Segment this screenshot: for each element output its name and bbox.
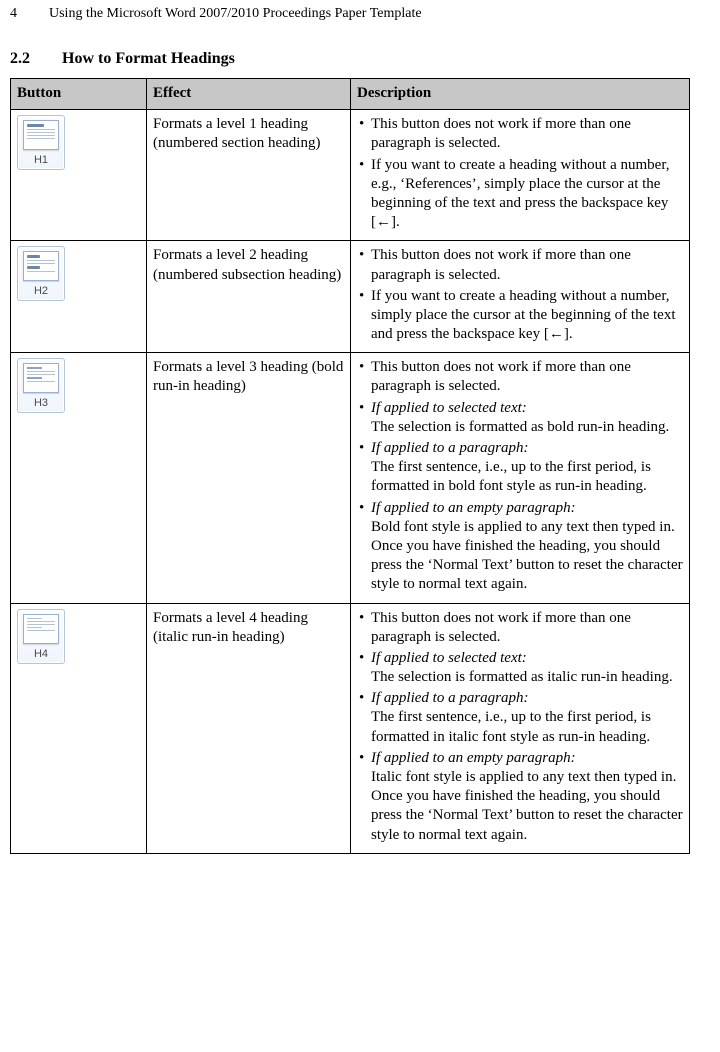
heading-icon bbox=[23, 120, 59, 150]
description-list: This button does not work if more than o… bbox=[357, 609, 683, 845]
list-item: If you want to create a heading without … bbox=[371, 156, 683, 233]
bullet-text: The first sentence, i.e., up to the firs… bbox=[371, 709, 651, 744]
list-item: This button does not work if more than o… bbox=[371, 115, 683, 153]
table-row: H3 Formats a level 3 heading (bold run-in… bbox=[11, 353, 690, 603]
heading-icon bbox=[23, 363, 59, 393]
bullet-lead: If applied to a paragraph: bbox=[371, 439, 683, 458]
bullet-lead: If applied to selected text: bbox=[371, 399, 683, 418]
bullet-text: The selection is formatted as italic run… bbox=[371, 669, 673, 685]
table-row: H4 Formats a level 4 heading (italic run-… bbox=[11, 603, 690, 853]
heading-icon bbox=[23, 614, 59, 644]
word-ribbon-button: H4 bbox=[17, 609, 65, 664]
cell-effect: Formats a level 2 heading (numbered subs… bbox=[147, 241, 351, 353]
headings-table: Button Effect Description H1 Formats a le… bbox=[10, 78, 690, 854]
description-list: This button does not work if more than o… bbox=[357, 246, 683, 344]
bullet-text: If you want to create a heading without … bbox=[371, 157, 669, 231]
bullet-lead: If applied to a paragraph: bbox=[371, 689, 683, 708]
cell-effect: Formats a level 4 heading (italic run-in… bbox=[147, 603, 351, 853]
bullet-text: This button does not work if more than o… bbox=[371, 116, 631, 151]
word-ribbon-button: H1 bbox=[17, 115, 65, 170]
heading-button-label: H2 bbox=[22, 284, 60, 298]
heading-icon bbox=[23, 251, 59, 281]
cell-description: This button does not work if more than o… bbox=[351, 353, 690, 603]
heading-button-label: H3 bbox=[22, 396, 60, 410]
cell-effect: Formats a level 3 heading (bold run-in h… bbox=[147, 353, 351, 603]
section-title: 2.2 How to Format Headings bbox=[10, 50, 690, 68]
bullet-text: This button does not work if more than o… bbox=[371, 359, 631, 394]
cell-description: This button does not work if more than o… bbox=[351, 241, 690, 353]
section-number: 2.2 bbox=[10, 50, 58, 68]
list-item: If you want to create a heading without … bbox=[371, 287, 683, 345]
cell-description: This button does not work if more than o… bbox=[351, 110, 690, 241]
bullet-text: Italic font style is applied to any text… bbox=[371, 769, 683, 843]
list-item: If applied to an empty paragraph:Bold fo… bbox=[371, 499, 683, 595]
bullet-text: The first sentence, i.e., up to the firs… bbox=[371, 459, 651, 494]
list-item: If applied to selected text:The selectio… bbox=[371, 649, 683, 687]
list-item: If applied to an empty paragraph:Italic … bbox=[371, 749, 683, 845]
word-ribbon-button: H3 bbox=[17, 358, 65, 413]
cell-description: This button does not work if more than o… bbox=[351, 603, 690, 853]
table-row: H1 Formats a level 1 heading (numbered se… bbox=[11, 110, 690, 241]
col-button: Button bbox=[11, 79, 147, 110]
list-item: If applied to a paragraph:The first sent… bbox=[371, 689, 683, 747]
bullet-lead: If applied to selected text: bbox=[371, 649, 683, 668]
list-item: This button does not work if more than o… bbox=[371, 609, 683, 647]
cell-button: H3 bbox=[11, 353, 147, 603]
section-heading: How to Format Headings bbox=[62, 50, 235, 67]
bullet-text: Bold font style is applied to any text t… bbox=[371, 519, 683, 593]
list-item: This button does not work if more than o… bbox=[371, 246, 683, 284]
page-number: 4 bbox=[10, 6, 17, 22]
table-header-row: Button Effect Description bbox=[11, 79, 690, 110]
cell-button: H4 bbox=[11, 603, 147, 853]
bullet-text: If you want to create a heading without … bbox=[371, 288, 676, 342]
cell-effect: Formats a level 1 heading (numbered sect… bbox=[147, 110, 351, 241]
col-description: Description bbox=[351, 79, 690, 110]
list-item: If applied to selected text:The selectio… bbox=[371, 399, 683, 437]
col-effect: Effect bbox=[147, 79, 351, 110]
word-ribbon-button: H2 bbox=[17, 246, 65, 301]
bullet-text: This button does not work if more than o… bbox=[371, 610, 631, 645]
heading-button-label: H1 bbox=[22, 153, 60, 167]
heading-button-label: H4 bbox=[22, 647, 60, 661]
bullet-lead: If applied to an empty paragraph: bbox=[371, 499, 683, 518]
list-item: If applied to a paragraph:The first sent… bbox=[371, 439, 683, 497]
description-list: This button does not work if more than o… bbox=[357, 358, 683, 594]
bullet-text: The selection is formatted as bold run-i… bbox=[371, 419, 669, 435]
description-list: This button does not work if more than o… bbox=[357, 115, 683, 232]
running-title: Using the Microsoft Word 2007/2010 Proce… bbox=[49, 6, 422, 22]
table-row: H2 Formats a level 2 heading (numbered su… bbox=[11, 241, 690, 353]
cell-button: H1 bbox=[11, 110, 147, 241]
bullet-lead: If applied to an empty paragraph: bbox=[371, 749, 683, 768]
running-header: 4 Using the Microsoft Word 2007/2010 Pro… bbox=[10, 6, 690, 22]
list-item: This button does not work if more than o… bbox=[371, 358, 683, 396]
bullet-text: This button does not work if more than o… bbox=[371, 247, 631, 282]
cell-button: H2 bbox=[11, 241, 147, 353]
